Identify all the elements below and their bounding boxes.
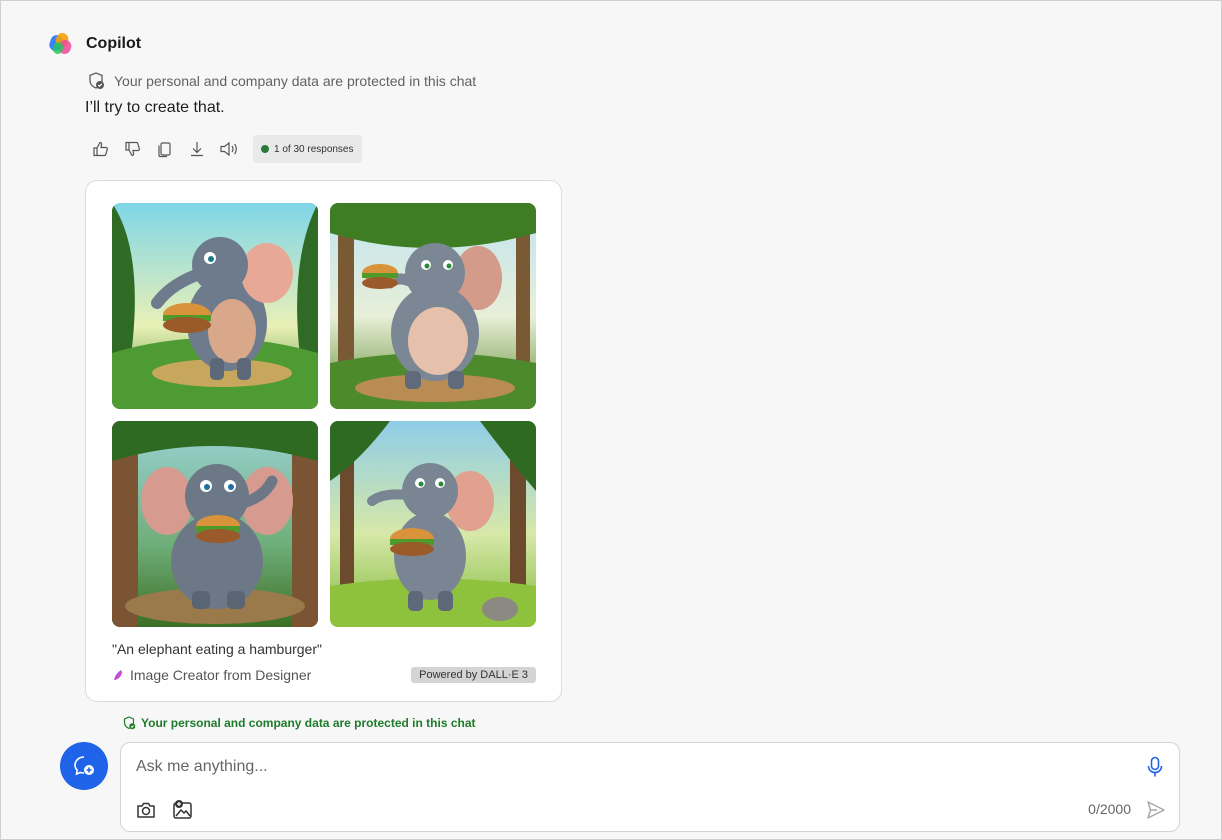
elephant-image-icon (112, 421, 318, 627)
new-chat-icon (74, 756, 94, 776)
powered-by-badge: Powered by DALL·E 3 (411, 667, 536, 683)
generated-image-4[interactable] (330, 421, 536, 627)
like-button[interactable] (91, 135, 111, 163)
elephant-image-icon (112, 203, 318, 409)
shield-check-icon (123, 716, 136, 730)
copy-icon (158, 142, 171, 158)
send-button[interactable] (1145, 799, 1167, 821)
assistant-reply: I’ll try to create that. (85, 99, 225, 116)
character-counter: 0/2000 (1088, 801, 1131, 817)
thumbs-up-icon (93, 141, 108, 157)
chat-input[interactable] (136, 755, 1116, 779)
responses-badge-text: 1 of 30 responses (274, 143, 354, 155)
speaker-icon (220, 141, 237, 157)
camera-button[interactable] (135, 799, 157, 821)
generated-image-2[interactable] (330, 203, 536, 409)
protected-notice-text: Your personal and company data are prote… (114, 73, 477, 89)
send-icon (1147, 801, 1165, 819)
chat-header: Copilot (47, 31, 142, 57)
generated-image-3[interactable] (112, 421, 318, 627)
download-icon (191, 142, 203, 157)
voice-input-button[interactable] (1143, 755, 1167, 779)
copy-button[interactable] (155, 135, 175, 163)
microphone-icon (1147, 756, 1163, 777)
status-dot-icon (261, 145, 269, 153)
generated-image-1[interactable] (112, 203, 318, 409)
image-add-icon (173, 800, 192, 819)
protected-notice: Your personal and company data are prote… (86, 71, 476, 91)
shield-check-icon (89, 72, 104, 89)
export-button[interactable] (187, 135, 207, 163)
dislike-button[interactable] (123, 135, 143, 163)
app-title: Copilot (86, 35, 142, 52)
elephant-image-icon (330, 203, 536, 409)
camera-icon (137, 802, 155, 818)
footer-protected-notice: Your personal and company data are prote… (122, 716, 476, 730)
footer-protected-text: Your personal and company data are prote… (141, 716, 476, 730)
image-creator-card: "An elephant eating a hamburger" Image C… (85, 180, 562, 702)
new-topic-button[interactable] (60, 742, 108, 790)
image-creator-label[interactable]: Image Creator from Designer (112, 667, 311, 683)
copilot-logo-icon (47, 31, 74, 57)
image-creator-text: Image Creator from Designer (130, 667, 312, 683)
thumbs-down-icon (125, 141, 140, 157)
image-grid (112, 203, 536, 627)
read-aloud-button[interactable] (219, 135, 239, 163)
message-actions: 1 of 30 responses (91, 135, 362, 163)
add-image-button[interactable] (171, 798, 195, 822)
elephant-image-icon (330, 421, 536, 627)
image-prompt-caption: "An elephant eating a hamburger" (112, 641, 322, 657)
designer-icon (114, 670, 123, 680)
responses-badge: 1 of 30 responses (253, 135, 362, 163)
chat-input-box: 0/2000 (120, 742, 1180, 832)
